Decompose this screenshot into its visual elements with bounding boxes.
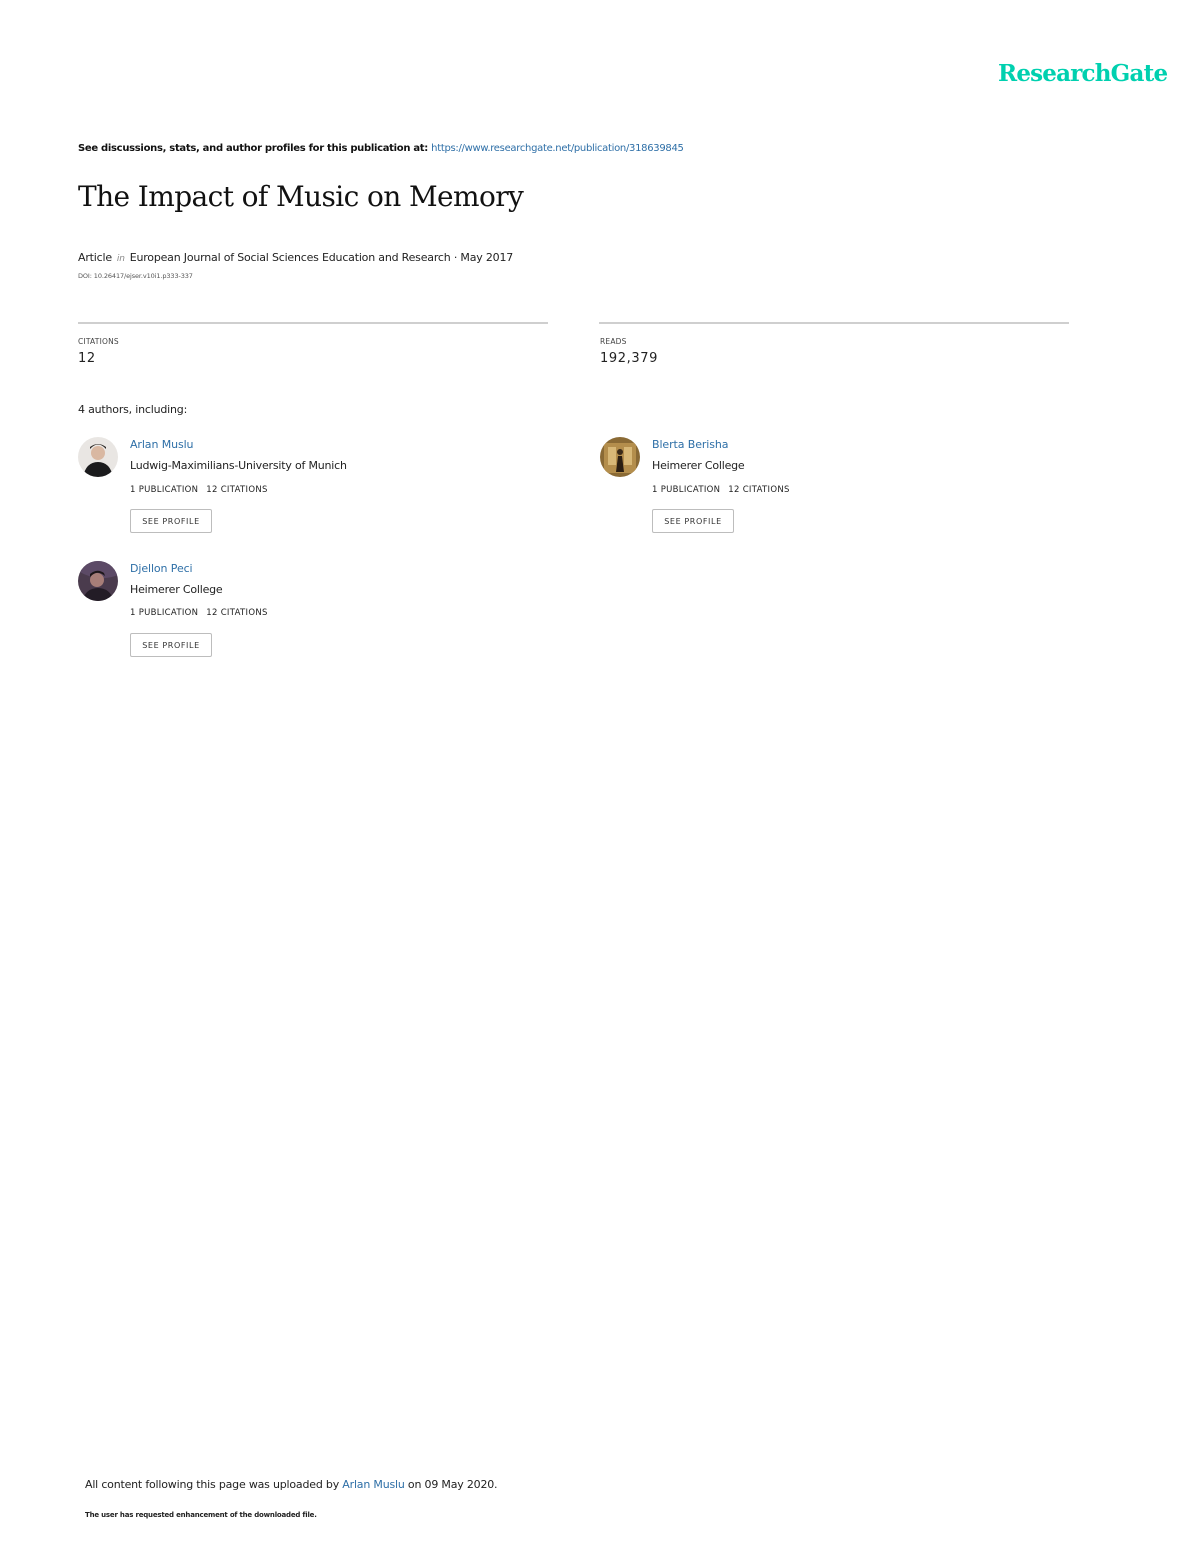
avatar[interactable] (600, 437, 640, 477)
author-publications: 1 PUBLICATION (652, 485, 721, 495)
avatar[interactable] (78, 561, 118, 601)
citations-value: 12 (78, 351, 96, 366)
publication-type: Article (78, 251, 112, 264)
author-institution: Heimerer College (652, 459, 745, 472)
author-publications: 1 PUBLICATION (130, 608, 199, 618)
author-citations: 12 CITATIONS (728, 485, 790, 495)
author-name-link[interactable]: Blerta Berisha (652, 438, 728, 451)
upload-prefix: All content following this page was uplo… (85, 1478, 343, 1491)
author-publications: 1 PUBLICATION (130, 485, 199, 495)
uploader-link[interactable]: Arlan Muslu (342, 1478, 405, 1491)
see-profile-button[interactable]: SEE PROFILE (130, 509, 212, 533)
citations-divider (78, 322, 548, 324)
author-name-link[interactable]: Arlan Muslu (130, 438, 194, 451)
author-name-link[interactable]: Djellon Peci (130, 562, 193, 575)
in-separator: in (116, 254, 125, 264)
see-profile-button[interactable]: SEE PROFILE (652, 509, 734, 533)
citations-label: CITATIONS (78, 337, 119, 346)
reads-divider (599, 322, 1069, 324)
author-institution: Heimerer College (130, 583, 223, 596)
upload-suffix: on 09 May 2020. (404, 1478, 498, 1491)
enhancement-note: The user has requested enhancement of th… (85, 1511, 317, 1519)
author-photo-icon (600, 437, 640, 477)
researchgate-logo[interactable]: ResearchGate (998, 60, 1168, 87)
journal-date: European Journal of Social Sciences Educ… (129, 251, 514, 264)
intro-text: See discussions, stats, and author profi… (78, 143, 432, 154)
author-citations: 12 CITATIONS (206, 608, 268, 618)
doi-text: DOI: 10.26417/ejser.v10i1.p333-337 (78, 272, 193, 280)
author-photo-icon (78, 561, 118, 601)
author-institution: Ludwig-Maximilians-University of Munich (130, 459, 347, 472)
publication-link[interactable]: https://www.researchgate.net/publication… (431, 143, 684, 154)
publication-intro: See discussions, stats, and author profi… (78, 143, 684, 154)
reads-value: 192,379 (600, 351, 658, 366)
author-stats: 1 PUBLICATION 12 CITATIONS (652, 485, 790, 495)
author-stats: 1 PUBLICATION 12 CITATIONS (130, 608, 268, 618)
author-photo-icon (78, 437, 118, 477)
publication-meta: Article in European Journal of Social Scie… (78, 251, 513, 264)
reads-label: READS (600, 337, 627, 346)
see-profile-button[interactable]: SEE PROFILE (130, 633, 212, 657)
avatar[interactable] (78, 437, 118, 477)
author-stats: 1 PUBLICATION 12 CITATIONS (130, 485, 268, 495)
publication-title: The Impact of Music on Memory (78, 180, 524, 213)
authors-heading: 4 authors, including: (78, 403, 188, 416)
author-citations: 12 CITATIONS (206, 485, 268, 495)
upload-statement: All content following this page was uplo… (85, 1478, 498, 1491)
